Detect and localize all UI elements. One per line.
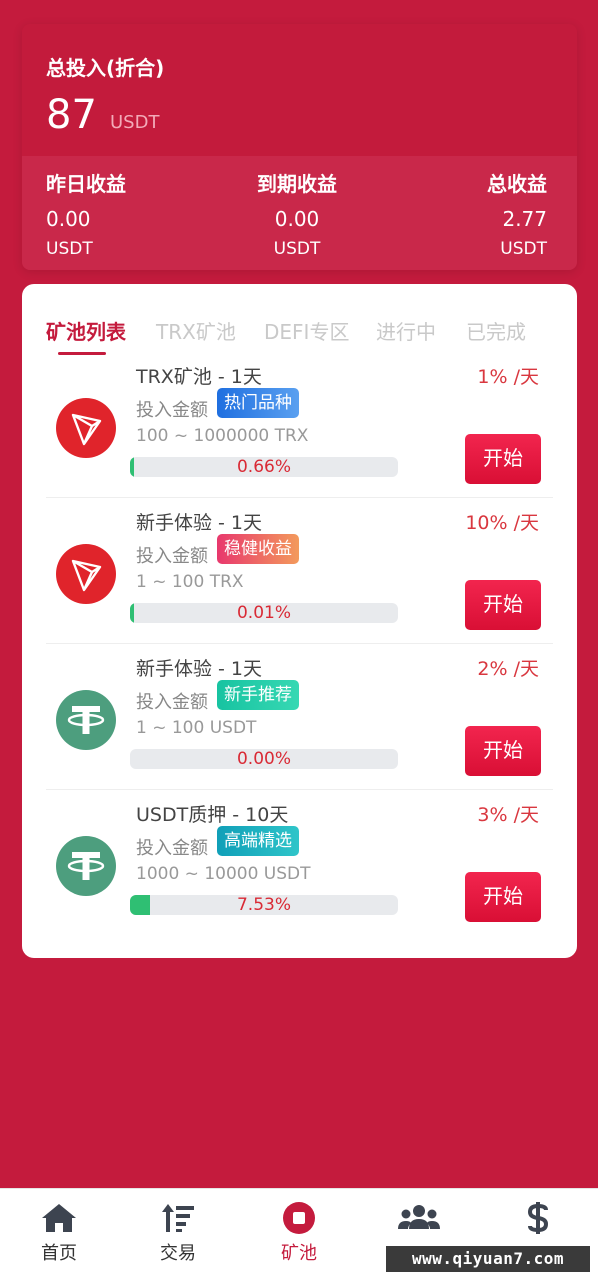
start-button[interactable]: 开始 [465,872,541,922]
pool-name: USDT质押 - 10天 [136,804,289,826]
users-icon [379,1201,459,1235]
pool-tag-badge: 新手推荐 [217,680,299,710]
pool-list-card: 矿池列表 TRX矿池 DEFI专区 进行中 已完成 TRX矿池 - 1天 1% … [22,284,577,958]
stat-yesterday-earnings: 昨日收益 0.00 USDT [46,168,126,259]
pool-daily-rate: 10% /天 [465,512,539,534]
pool-progress-bar: 0.01% [130,603,398,623]
trx-icon [56,398,116,458]
progress-text: 7.53% [236,895,291,915]
pool-daily-rate: 1% /天 [477,366,539,388]
nav-team[interactable] [379,1201,459,1239]
stat-total-earnings: 总收益 2.77 USDT [487,168,547,259]
nav-label: 交易 [160,1243,196,1264]
nav-finance[interactable] [498,1201,578,1239]
stat-value: 0.00 [274,207,320,231]
summary-title: 总投入(折合) [46,56,165,80]
pool-item[interactable]: 新手体验 - 1天 2% /天 投入金额 新手推荐 1 ~ 100 USDT 0… [46,644,553,790]
pool-progress-bar: 0.00% [130,749,398,769]
invest-amount-label: 投入金额 [136,400,208,421]
pool-daily-rate: 2% /天 [477,658,539,680]
investment-summary-card: 总投入(折合) 87 USDT 昨日收益 0.00 USDT 到期收益 0.00… [22,24,577,270]
tab-pool-list[interactable]: 矿池列表 [46,316,126,345]
stat-value: 2.77 [502,207,547,231]
sort-icon [138,1201,218,1235]
start-button[interactable]: 开始 [465,726,541,776]
pool-tag-badge: 稳健收益 [217,534,299,564]
stat-label: 昨日收益 [46,172,126,196]
stat-label: 总收益 [487,172,547,196]
trx-icon [56,544,116,604]
invest-range: 100 ~ 1000000 TRX [136,426,309,446]
nav-label: 矿池 [281,1243,317,1264]
nav-home[interactable]: 首页 [19,1201,99,1265]
progress-text: 0.00% [236,749,291,769]
pool-name: 新手体验 - 1天 [136,658,263,680]
tab-trx-pool[interactable]: TRX矿池 [156,316,236,345]
pool-item[interactable]: 新手体验 - 1天 10% /天 投入金额 稳健收益 1 ~ 100 TRX 0… [46,498,553,644]
pool-progress-bar: 0.66% [130,457,398,477]
invest-amount-label: 投入金额 [136,546,208,567]
pool-progress-bar: 7.53% [130,895,398,915]
total-investment-unit: USDT [110,112,160,133]
invest-amount-label: 投入金额 [136,692,208,713]
nav-trade[interactable]: 交易 [138,1201,218,1265]
invest-amount-label: 投入金额 [136,838,208,859]
pool-item[interactable]: TRX矿池 - 1天 1% /天 投入金额 热门品种 100 ~ 1000000… [46,352,553,498]
summary-top: 总投入(折合) 87 USDT [22,24,577,156]
pool-tag-badge: 高端精选 [217,826,299,856]
start-button[interactable]: 开始 [465,434,541,484]
start-button[interactable]: 开始 [465,580,541,630]
stat-unit: USDT [500,239,547,259]
pool-name: TRX矿池 - 1天 [136,366,262,388]
invest-range: 1000 ~ 10000 USDT [136,864,311,884]
summary-stats: 昨日收益 0.00 USDT 到期收益 0.00 USDT 总收益 2.77 U… [22,156,577,270]
invest-range: 1 ~ 100 TRX [136,572,244,592]
watermark: www.qiyuan7.com [386,1246,590,1272]
stat-value: 0.00 [46,207,91,231]
tab-completed[interactable]: 已完成 [466,316,526,345]
stat-unit: USDT [273,239,321,259]
pool-daily-rate: 3% /天 [477,804,539,826]
stat-label: 到期收益 [257,172,337,196]
tab-defi-zone[interactable]: DEFI专区 [264,316,349,345]
pool-tag-badge: 热门品种 [217,388,299,418]
pool-name: 新手体验 - 1天 [136,512,263,534]
stat-maturity-earnings: 到期收益 0.00 USDT [254,168,340,259]
nav-label: 首页 [41,1243,77,1264]
progress-text: 0.01% [236,603,291,623]
nav-mining-pool[interactable]: 矿池 [259,1201,339,1265]
stat-unit: USDT [46,239,93,259]
usdt-icon [56,690,116,750]
pool-item[interactable]: USDT质押 - 10天 3% /天 投入金额 高端精选 1000 ~ 1000… [46,790,553,936]
tab-in-progress[interactable]: 进行中 [376,316,436,345]
progress-text: 0.66% [236,457,291,477]
dollar-icon [498,1201,578,1235]
stop-circle-icon [259,1201,339,1235]
home-icon [19,1201,99,1235]
usdt-icon [56,836,116,896]
invest-range: 1 ~ 100 USDT [136,718,257,738]
total-investment-amount: 87 [46,92,97,138]
